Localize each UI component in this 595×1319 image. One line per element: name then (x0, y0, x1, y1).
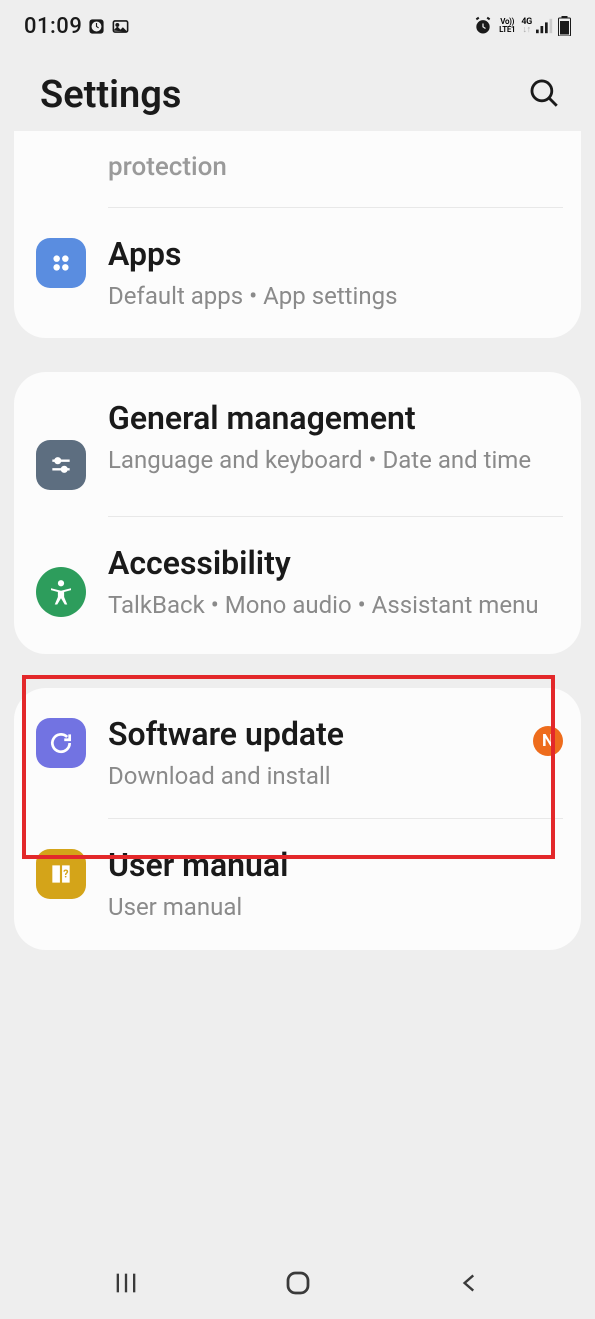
apps-title: Apps (108, 234, 563, 274)
volte-indicator: Vo)) LTE1 (499, 18, 515, 34)
app-header: Settings (0, 48, 595, 141)
nav-home-button[interactable] (253, 1258, 343, 1311)
status-time: 01:09 (24, 14, 82, 39)
settings-item-accessibility[interactable]: Accessibility TalkBack • Mono audio • As… (14, 517, 581, 653)
network-arrows: ↓↑ (522, 26, 530, 34)
settings-item-privacy[interactable]: protection (14, 131, 581, 207)
highlight-accessibility (22, 675, 555, 859)
general-title: General management (108, 398, 563, 438)
apps-subtitle: Default apps • App settings (108, 280, 563, 312)
manual-subtitle: User manual (108, 891, 563, 923)
general-subtitle: Language and keyboard • Date and time (108, 444, 563, 476)
battery-icon (558, 16, 571, 36)
accessibility-subtitle: TalkBack • Mono audio • Assistant menu (108, 589, 563, 621)
accessibility-title: Accessibility (108, 543, 563, 583)
status-left: 01:09 (24, 14, 130, 39)
settings-card-1: protection Apps Default apps • App setti… (14, 131, 581, 338)
nav-back-button[interactable] (427, 1260, 513, 1309)
search-icon (527, 98, 561, 113)
svg-text:?: ? (63, 867, 68, 880)
clock-app-icon (88, 18, 105, 35)
back-icon (457, 1284, 483, 1299)
settings-item-general[interactable]: General management Language and keyboard… (14, 372, 581, 516)
settings-item-apps[interactable]: Apps Default apps • App settings (14, 208, 581, 338)
network-type: 4G ↓↑ (521, 18, 532, 34)
general-management-icon (36, 440, 86, 490)
page-title: Settings (40, 73, 181, 117)
status-bar: 01:09 Vo)) LTE1 4G ↓↑ (0, 0, 595, 48)
partial-subtitle: protection (108, 150, 563, 185)
search-button[interactable] (521, 70, 567, 119)
volte-bottom: LTE1 (499, 26, 515, 34)
alarm-icon (473, 16, 493, 36)
apps-icon (36, 238, 86, 288)
home-icon (283, 1286, 313, 1301)
nav-recents-button[interactable] (82, 1259, 170, 1310)
accessibility-icon (36, 567, 86, 617)
recents-icon (112, 1285, 140, 1300)
status-right: Vo)) LTE1 4G ↓↑ (473, 16, 571, 36)
image-icon (111, 17, 130, 36)
signal-icon (536, 18, 554, 34)
navigation-bar (0, 1249, 595, 1319)
settings-card-2: General management Language and keyboard… (14, 372, 581, 653)
